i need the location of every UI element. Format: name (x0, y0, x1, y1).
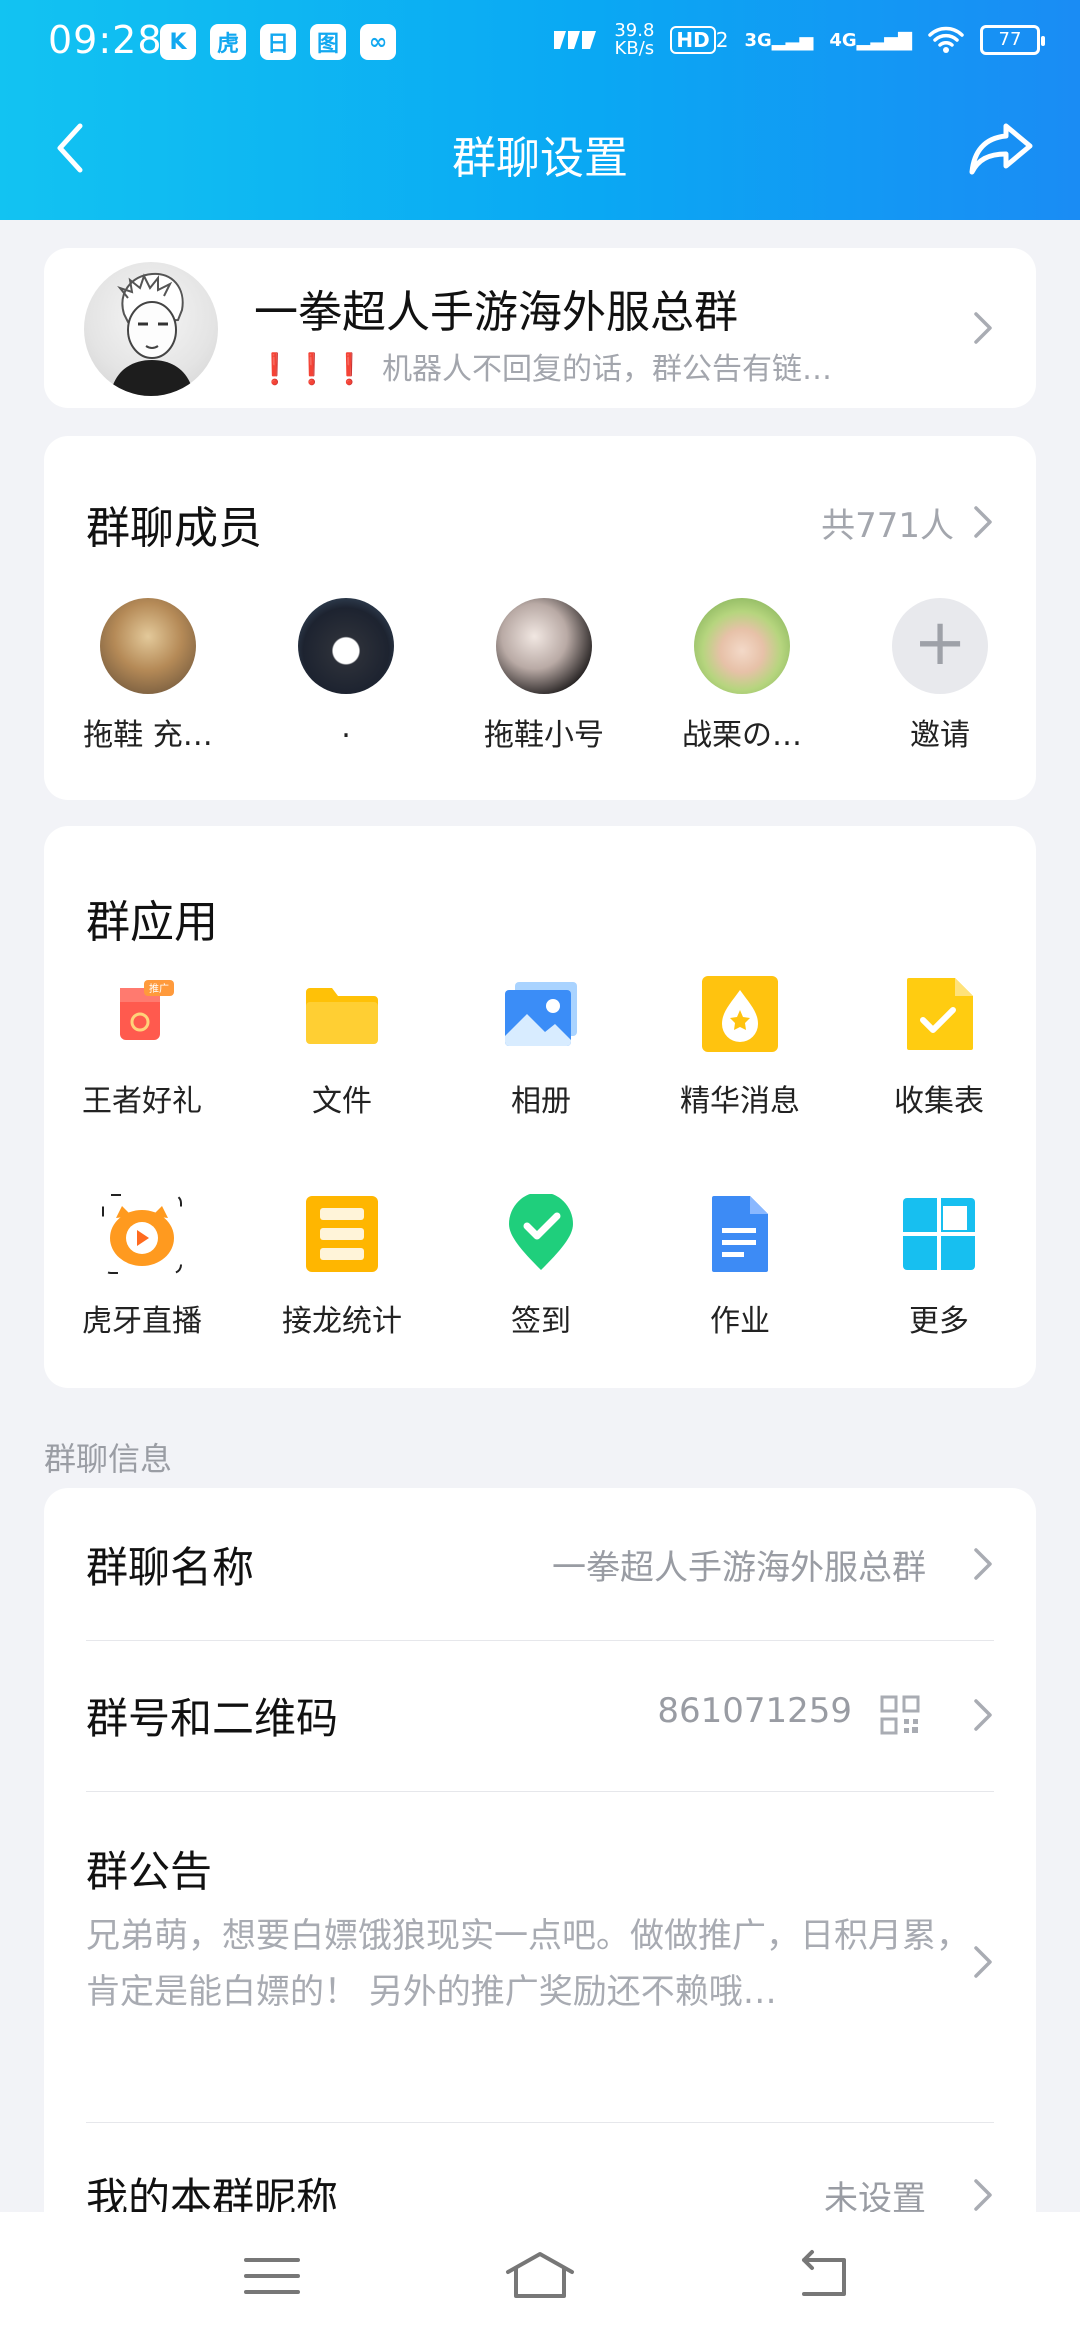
header-bar: 09:28 K 虎 日 图 ∞ 39.8 KB/s HD 2 3G▂▃▅ 4G▂▃… (0, 0, 1080, 220)
kuaishou-notification-icon: K (160, 24, 196, 60)
share-icon[interactable] (966, 118, 1036, 178)
more-apps-icon (899, 1194, 979, 1274)
wifi-icon (928, 26, 964, 53)
member-name: 拖鞋小号 (484, 718, 604, 753)
status-time: 09:28 (48, 18, 163, 62)
invite-member-button[interactable]: + 邀请 (860, 598, 1020, 754)
group-name-row[interactable]: 群聊名称 一拳超人手游海外服总群 (44, 1488, 1036, 1640)
essence-icon (700, 974, 780, 1054)
app-huya-live[interactable]: 虎牙直播 (52, 1194, 232, 1340)
member-item[interactable]: 拖鞋 充… (68, 598, 228, 754)
app-label: 更多 (909, 1304, 969, 1339)
status-right: 39.8 KB/s HD 2 3G▂▃▅ 4G▂▃▅▇ 77 (552, 20, 1045, 59)
huya-notification-icon: 虎 (210, 24, 246, 60)
hd-indicator: HD 2 (670, 26, 728, 54)
chevron-right-icon (974, 1699, 992, 1731)
network-logo-icon (554, 31, 597, 49)
signal-4g-icon: 4G▂▃▅▇ (829, 29, 912, 51)
photo-album-icon (501, 974, 581, 1054)
page-title: 群聊设置 (452, 133, 628, 184)
app-wangzhe-gift[interactable]: 推广 王者好礼 (52, 974, 232, 1120)
app-label: 精华消息 (680, 1084, 800, 1119)
home-icon[interactable] (504, 2246, 576, 2306)
member-item[interactable]: 战栗の… (662, 598, 822, 754)
gift-icon: 推广 (102, 974, 182, 1054)
chevron-right-icon (974, 312, 992, 344)
folder-icon (302, 974, 382, 1054)
group-id-value: 861071259 (657, 1691, 852, 1731)
app-label: 虎牙直播 (82, 1304, 202, 1339)
qr-code-icon (880, 1695, 920, 1735)
group-notice-label: 群公告 (86, 1847, 213, 1896)
app-label: 文件 (312, 1084, 372, 1119)
group-members-card: 群聊成员 共771人 拖鞋 充… . 拖鞋小号 战栗の… + 邀请 (44, 436, 1036, 800)
return-icon[interactable] (790, 2246, 854, 2306)
member-count[interactable]: 共771人 (821, 498, 954, 547)
member-name: 战栗の… (682, 718, 802, 753)
system-navigation-bar (0, 2212, 1080, 2340)
group-profile-card[interactable]: 一拳超人手游海外服总群 ❗❗❗ 机器人不回复的话，群公告有链… (44, 248, 1036, 408)
plus-icon: + (892, 598, 988, 694)
group-id-label: 群号和二维码 (86, 1694, 339, 1743)
apps-title: 群应用 (86, 897, 218, 948)
group-notice-preview: ❗❗❗ 机器人不回复的话，群公告有链… (256, 352, 833, 387)
member-item[interactable]: 拖鞋小号 (464, 598, 624, 754)
battery-icon: 77 (980, 25, 1045, 55)
member-item[interactable]: . (266, 598, 426, 745)
chevron-right-icon[interactable] (972, 504, 994, 540)
group-avatar-image (110, 272, 194, 396)
status-bar: 09:28 K 虎 日 图 ∞ 39.8 KB/s HD 2 3G▂▃▅ 4G▂▃… (0, 0, 1080, 86)
group-apps-card: 群应用 推广 王者好礼 文件 相册 精华消息 收集表 虎牙直播 接龙统计 签到 … (44, 826, 1036, 1388)
group-name-label: 群聊名称 (86, 1543, 255, 1592)
form-icon (899, 974, 979, 1054)
homework-icon (700, 1194, 780, 1274)
member-name: 拖鞋 充… (83, 718, 213, 753)
app-label: 王者好礼 (82, 1084, 202, 1119)
section-header-group-info: 群聊信息 (44, 1440, 173, 1478)
app-label: 收集表 (894, 1084, 984, 1119)
group-notice-text: 兄弟萌，想要白嫖饿狼现实一点吧。做做推广，日积月累，肯定是能白嫖的！ 另外的推广… (86, 1916, 970, 2012)
app-essence-messages[interactable]: 精华消息 (650, 974, 830, 1120)
member-name: . (341, 710, 351, 745)
group-id-qr-row[interactable]: 群号和二维码 861071259 (44, 1641, 1036, 1791)
menu-icon[interactable] (240, 2246, 304, 2306)
member-avatar (100, 598, 196, 694)
huya-icon (102, 1194, 182, 1274)
net-speed: 39.8 KB/s (614, 20, 655, 59)
calendar-notification-icon: 日 (260, 24, 296, 60)
relay-icon (302, 1194, 382, 1274)
app-label: 作业 (710, 1304, 770, 1339)
chevron-right-icon (974, 1946, 992, 1978)
app-album[interactable]: 相册 (451, 974, 631, 1120)
group-name-value: 一拳超人手游海外服总群 (552, 1548, 926, 1588)
group-notice-row[interactable]: 群公告 兄弟萌，想要白嫖饿狼现实一点吧。做做推广，日积月累，肯定是能白嫖的！ 另… (44, 1792, 1036, 2122)
alert-marks: ❗❗❗ (256, 352, 369, 387)
app-homework[interactable]: 作业 (650, 1194, 830, 1340)
app-label: 相册 (511, 1084, 571, 1119)
notification-icons: K 虎 日 图 ∞ (160, 24, 396, 60)
member-avatar (694, 598, 790, 694)
svg-text:推广: 推广 (149, 982, 169, 995)
link-notification-icon: ∞ (360, 24, 396, 60)
app-label: 签到 (511, 1304, 571, 1339)
group-avatar (84, 262, 218, 396)
gallery-notification-icon: 图 (310, 24, 346, 60)
app-relay-stats[interactable]: 接龙统计 (252, 1194, 432, 1340)
member-avatar (298, 598, 394, 694)
app-check-in[interactable]: 签到 (451, 1192, 631, 1340)
chevron-right-icon (974, 2179, 992, 2211)
app-label: 接龙统计 (282, 1304, 402, 1339)
invite-label: 邀请 (910, 718, 970, 753)
group-name: 一拳超人手游海外服总群 (254, 287, 738, 338)
checkin-icon (501, 1192, 581, 1274)
app-files[interactable]: 文件 (252, 974, 432, 1120)
member-avatar (496, 598, 592, 694)
members-title: 群聊成员 (86, 503, 262, 554)
chevron-right-icon (974, 1548, 992, 1580)
app-collect-form[interactable]: 收集表 (849, 974, 1029, 1120)
app-more[interactable]: 更多 (849, 1194, 1029, 1340)
signal-3g-icon: 3G▂▃▅ (744, 29, 814, 51)
